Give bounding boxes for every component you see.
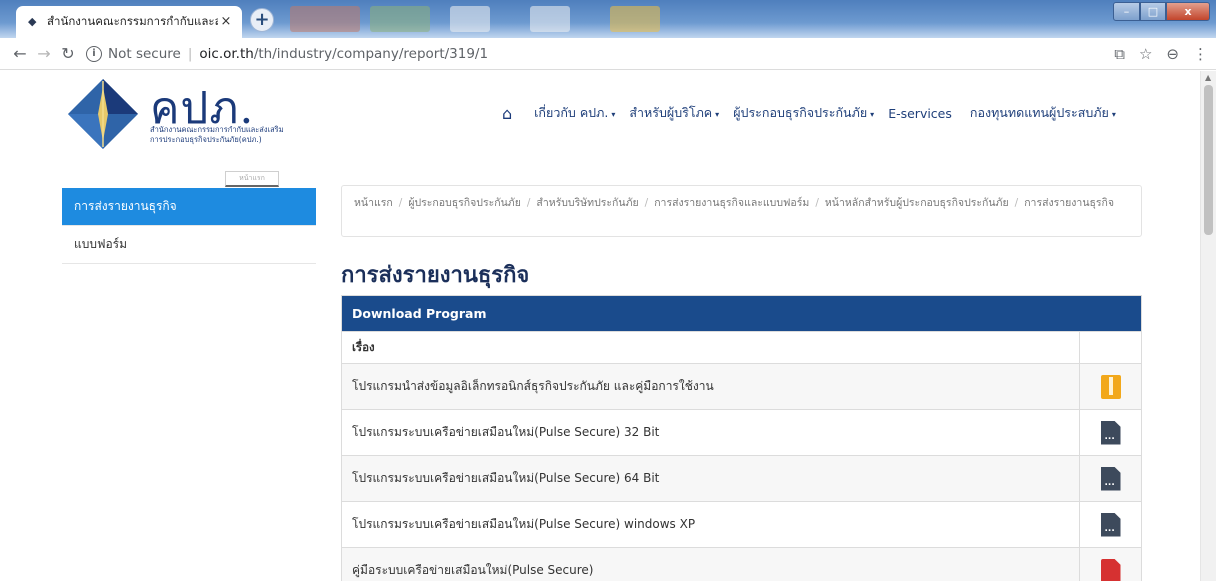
security-label: Not secure (108, 45, 181, 62)
blurred-tab-thumbnail (290, 6, 360, 32)
nav-item-label: เกี่ยวกับ คปภ. (534, 105, 609, 120)
chevron-down-icon: ▾ (1111, 110, 1116, 119)
info-icon[interactable]: i (86, 45, 102, 62)
menu-kebab-icon[interactable]: ⋮ (1193, 45, 1208, 63)
translate-icon[interactable]: ⧉ (1114, 45, 1125, 63)
download-cell (1080, 364, 1141, 409)
download-cell (1080, 502, 1141, 547)
sidebar-item-label: การส่งรายงานธุรกิจ (74, 199, 177, 213)
toolbar-actions: ⧉ ☆ ⊖ ⋮ (1114, 38, 1208, 70)
table-title: Download Program (342, 296, 1141, 331)
scrollbar-thumb[interactable] (1204, 85, 1213, 235)
reload-icon[interactable]: ↻ (56, 44, 80, 63)
blurred-tab-thumbnail (610, 6, 660, 32)
breadcrumb-link[interactable]: การส่งรายงานธุรกิจและแบบฟอร์ม (654, 197, 809, 209)
table-row: โปรแกรมระบบเครือข่ายเสมือนใหม่(Pulse Sec… (342, 409, 1141, 455)
chevron-down-icon: ▾ (870, 110, 875, 119)
breadcrumb-separator: / (1014, 197, 1019, 209)
scroll-up-arrow-icon[interactable]: ▲ (1205, 73, 1211, 82)
blurred-tab-thumbnail (370, 6, 430, 32)
page-scrollbar[interactable]: ▲ (1200, 71, 1216, 581)
window-controls: – □ x (1113, 2, 1210, 21)
nav-item-about[interactable]: เกี่ยวกับ คปภ. ▾ (534, 103, 615, 123)
nav-item-label: E-services (888, 105, 952, 121)
url-host: oic.or.th (199, 45, 254, 62)
logo-diamond-icon (68, 79, 138, 149)
table-header-row: เรื่อง (342, 331, 1141, 363)
tab-close-icon[interactable]: × (218, 14, 234, 30)
download-cell (1080, 456, 1141, 501)
address-bar: ← → ↻ i Not secure | oic.or.th /th/indus… (0, 38, 1216, 70)
table-row: คู่มือระบบเครือข่ายเสมือนใหม่(Pulse Secu… (342, 547, 1141, 581)
column-header-file (1080, 332, 1141, 363)
nav-item-label: สำหรับผู้บริโภค (629, 105, 713, 120)
blurred-tab-thumbnail (530, 6, 570, 32)
bookmark-star-icon[interactable]: ☆ (1139, 45, 1152, 63)
sidebar: หน้าแรก การส่งรายงานธุรกิจ แบบฟอร์ม (62, 171, 316, 264)
sidebar-tag: หน้าแรก (225, 171, 279, 187)
back-arrow-icon[interactable]: ← (8, 44, 32, 63)
web-page: คปภ. สำนักงานคณะกรรมการกำกับและส่งเสริม … (0, 71, 1200, 581)
breadcrumb-link[interactable]: หน้าแรก (354, 197, 393, 209)
nav-item-eservices[interactable]: E-services (888, 106, 952, 121)
row-title: โปรแกรมนำส่งข้อมูลอิเล็กทรอนิกส์ธุรกิจปร… (342, 364, 1080, 409)
nav-item-label: กองทุนทดแทนผู้ประสบภัย (969, 105, 1109, 120)
column-header-subject: เรื่อง (342, 332, 1080, 363)
exe-file-icon[interactable] (1100, 466, 1121, 491)
page-title: การส่งรายงานธุรกิจ (341, 263, 530, 288)
sidebar-item-label: แบบฟอร์ม (74, 237, 128, 251)
row-title: โปรแกรมระบบเครือข่ายเสมือนใหม่(Pulse Sec… (342, 410, 1080, 455)
breadcrumb-separator: / (644, 197, 649, 209)
browser-titlebar: ◆ สำนักงานคณะกรรมการกำกับและส่ × + – □ x (0, 0, 1216, 38)
forward-arrow-icon[interactable]: → (32, 44, 56, 63)
window-minimize-button[interactable]: – (1113, 2, 1140, 21)
site-logo[interactable]: คปภ. สำนักงานคณะกรรมการกำกับและส่งเสริม … (66, 77, 326, 157)
nav-item-victims-fund[interactable]: กองทุนทดแทนผู้ประสบภัย ▾ (970, 103, 1116, 123)
breadcrumb-link[interactable]: หน้าหลักสำหรับผู้ประกอบธุรกิจประกันภัย (825, 197, 1009, 209)
zip-file-icon[interactable] (1100, 374, 1121, 399)
nav-item-label: ผู้ประกอบธุรกิจประกันภัย (733, 105, 868, 120)
nav-item-consumers[interactable]: สำหรับผู้บริโภค ▾ (629, 103, 719, 123)
browser-tab-active[interactable]: ◆ สำนักงานคณะกรรมการกำกับและส่ × (16, 6, 242, 38)
window-close-button[interactable]: x (1166, 2, 1210, 21)
breadcrumb: หน้าแรก / ผู้ประกอบธุรกิจประกันภัย / สำหรับบ… (341, 185, 1142, 237)
sidebar-item-business-report[interactable]: การส่งรายงานธุรกิจ (62, 188, 316, 226)
site-favicon-icon: ◆ (28, 15, 37, 28)
breadcrumb-separator: / (815, 197, 819, 209)
url-field[interactable]: i Not secure | oic.or.th /th/industry/co… (86, 45, 489, 62)
exe-file-icon[interactable] (1100, 512, 1121, 537)
row-title: โปรแกรมระบบเครือข่ายเสมือนใหม่(Pulse Sec… (342, 456, 1080, 501)
logo-subtitle-line2: การประกอบธุรกิจประกันภัย(คปภ.) (150, 135, 262, 144)
url-path: /th/industry/company/report/319/1 (253, 45, 489, 62)
breadcrumb-separator: / (398, 197, 403, 209)
download-table: Download Program เรื่อง โปรแกรมนำส่งข้อม… (341, 295, 1142, 581)
table-row: โปรแกรมระบบเครือข่ายเสมือนใหม่(Pulse Sec… (342, 455, 1141, 501)
chevron-down-icon: ▾ (715, 110, 720, 119)
tab-title: สำนักงานคณะกรรมการกำกับและส่ (47, 14, 218, 28)
breadcrumb-current: การส่งรายงานธุรกิจ (1024, 197, 1115, 209)
nav-item-insurers[interactable]: ผู้ประกอบธุรกิจประกันภัย ▾ (733, 103, 874, 123)
blurred-tab-thumbnail (450, 6, 490, 32)
breadcrumb-link[interactable]: สำหรับบริษัทประกันภัย (536, 197, 638, 209)
omnibox-divider: | (187, 45, 193, 62)
sidebar-item-forms[interactable]: แบบฟอร์ม (62, 226, 316, 264)
profile-icon[interactable]: ⊖ (1166, 45, 1179, 63)
exe-file-icon[interactable] (1100, 420, 1121, 445)
new-tab-button[interactable]: + (250, 8, 274, 32)
download-cell (1080, 410, 1141, 455)
row-title: คู่มือระบบเครือข่ายเสมือนใหม่(Pulse Secu… (342, 548, 1080, 581)
table-row: โปรแกรมระบบเครือข่ายเสมือนใหม่(Pulse Sec… (342, 501, 1141, 547)
window-maximize-button[interactable]: □ (1140, 2, 1166, 21)
breadcrumb-link[interactable]: ผู้ประกอบธุรกิจประกันภัย (408, 197, 521, 209)
chevron-down-icon: ▾ (611, 110, 616, 119)
main-navigation: ⌂ เกี่ยวกับ คปภ. ▾ สำหรับผู้บริโภค ▾ ผู้ปร… (502, 103, 1130, 123)
download-cell (1080, 548, 1141, 581)
table-row: โปรแกรมนำส่งข้อมูลอิเล็กทรอนิกส์ธุรกิจปร… (342, 363, 1141, 409)
row-title: โปรแกรมระบบเครือข่ายเสมือนใหม่(Pulse Sec… (342, 502, 1080, 547)
home-icon[interactable]: ⌂ (502, 104, 512, 123)
pdf-file-icon[interactable] (1100, 558, 1121, 581)
breadcrumb-separator: / (526, 197, 531, 209)
